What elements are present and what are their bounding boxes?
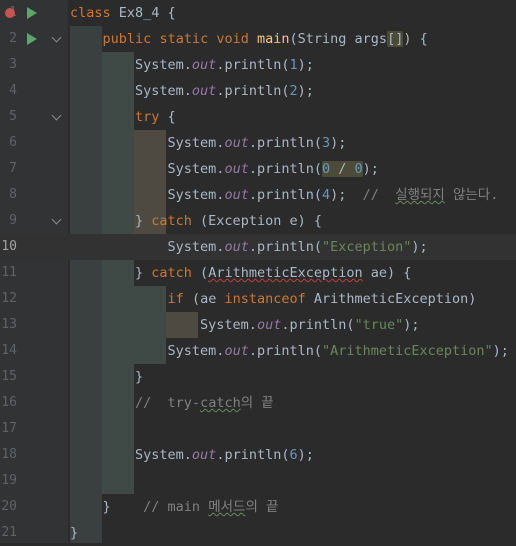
fold-chevron-icon[interactable] — [51, 214, 62, 225]
code-text: class Ex8_4 { — [70, 5, 176, 21]
line-number: 10 — [1, 239, 17, 254]
fold-chevron-icon[interactable] — [51, 32, 62, 43]
line-number: 13 — [1, 317, 17, 332]
code-line[interactable]: 8 System.out.println(4); // 실행되지 않는다. — [0, 182, 516, 208]
line-number: 8 — [9, 187, 17, 202]
code-line[interactable]: 5 try { — [0, 104, 516, 130]
code-line[interactable]: 13 System.out.println("true"); — [0, 312, 516, 338]
code-text: System.out.println(2); — [70, 83, 314, 99]
code-line[interactable]: 17 — [0, 416, 516, 442]
code-line[interactable]: 7 System.out.println(0 / 0); — [0, 156, 516, 182]
code-line[interactable]: 19 — [0, 468, 516, 494]
line-number: 12 — [1, 291, 17, 306]
code-line[interactable]: 15 } — [0, 364, 516, 390]
line-number: 3 — [9, 57, 17, 72]
code-text: System.out.println("true"); — [70, 317, 420, 333]
line-number: 9 — [9, 213, 17, 228]
code-line[interactable]: 18 System.out.println(6); — [0, 442, 516, 468]
line-number: 11 — [1, 265, 17, 280]
code-text: System.out.println(6); — [70, 447, 314, 463]
code-text: System.out.println("ArithmeticException"… — [70, 343, 509, 359]
run-icon[interactable] — [27, 7, 37, 19]
code-line[interactable]: 16 // try-catch의 끝 — [0, 390, 516, 416]
code-text: System.out.println(1); — [70, 57, 314, 73]
code-line[interactable]: 20 } // main 메서드의 끝 — [0, 494, 516, 520]
code-text: // try-catch의 끝 — [135, 395, 274, 411]
line-number: 18 — [1, 447, 17, 462]
line-number: 7 — [9, 161, 17, 176]
code-line[interactable]: 21} — [0, 520, 516, 546]
line-number: 20 — [1, 499, 17, 514]
code-text: System.out.println("Exception"); — [70, 239, 428, 255]
fold-chevron-icon[interactable] — [51, 110, 62, 121]
code-line[interactable]: 14 System.out.println("ArithmeticExcepti… — [0, 338, 516, 364]
breakpoint-icon[interactable] — [5, 8, 15, 18]
code-text: } — [70, 369, 144, 385]
code-line[interactable]: 11 } catch (ArithmeticException ae) { — [0, 260, 516, 286]
code-text: } // main 메서드의 끝 — [70, 499, 279, 515]
line-number: 17 — [1, 421, 17, 436]
code-text: } catch (Exception e) { — [70, 213, 322, 229]
code-text: System.out.println(3); — [70, 135, 347, 151]
code-text: try { — [135, 109, 176, 125]
code-line[interactable]: 6 System.out.println(3); — [0, 130, 516, 156]
code-line[interactable]: 10 System.out.println("Exception"); — [0, 234, 516, 260]
code-line[interactable]: 9 } catch (Exception e) { — [0, 208, 516, 234]
line-number: 21 — [1, 525, 17, 540]
code-line[interactable]: 12 if (ae instanceof ArithmeticException… — [0, 286, 516, 312]
code-text: System.out.println(0 / 0); — [70, 161, 379, 177]
code-text: if (ae instanceof ArithmeticException) — [167, 291, 477, 307]
line-number: 4 — [9, 83, 17, 98]
code-text: } catch (ArithmeticException ae) { — [70, 265, 412, 281]
line-number: 15 — [1, 369, 17, 384]
line-number: 19 — [1, 473, 17, 488]
code-text: public static void main(String args[]) { — [102, 31, 428, 47]
run-icon[interactable] — [27, 33, 37, 45]
line-number: 5 — [9, 109, 17, 124]
line-number: 6 — [9, 135, 17, 150]
code-text: System.out.println(4); // 실행되지 않는다. — [70, 187, 499, 203]
code-line[interactable]: 2 public static void main(String args[])… — [0, 26, 516, 52]
code-line[interactable]: 4 System.out.println(2); — [0, 78, 516, 104]
code-text: } — [70, 525, 79, 541]
line-number: 2 — [9, 31, 17, 46]
line-number: 16 — [1, 395, 17, 410]
line-number: 14 — [1, 343, 17, 358]
code-line[interactable]: 3 System.out.println(1); — [0, 52, 516, 78]
code-line[interactable]: 1class Ex8_4 { — [0, 0, 516, 26]
